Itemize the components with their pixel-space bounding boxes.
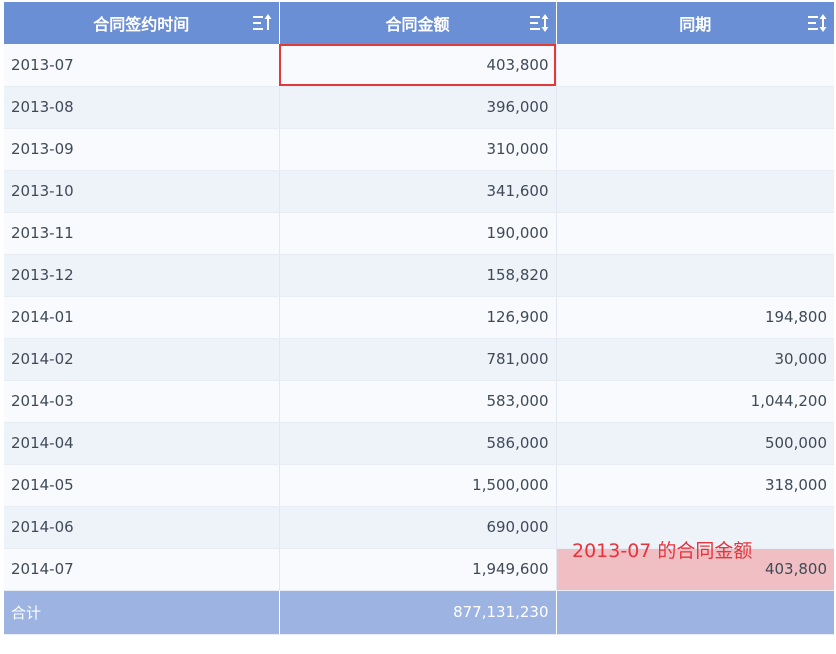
prior-cell[interactable]: 318,000 <box>556 464 834 507</box>
amount-cell[interactable]: 190,000 <box>279 212 557 255</box>
table-row: 2014-01 126,900 194,800 <box>4 296 834 339</box>
prior-cell[interactable] <box>556 128 834 171</box>
table-row: 2013-09 310,000 <box>4 128 834 171</box>
total-row: 合计 877,131,230 <box>4 590 834 635</box>
date-cell[interactable]: 2014-02 <box>4 338 280 381</box>
table-row: 2014-04 586,000 500,000 <box>4 422 834 465</box>
date-cell[interactable]: 2013-11 <box>4 212 280 255</box>
sort-asc-icon[interactable] <box>252 13 272 33</box>
sort-both-icon[interactable] <box>807 13 827 33</box>
amount-cell[interactable]: 396,000 <box>279 86 557 129</box>
total-label: 合计 <box>4 590 280 635</box>
amount-cell[interactable]: 690,000 <box>279 506 557 549</box>
column-header-label: 合同金额 <box>385 15 450 34</box>
table-row: 2013-07 403,800 <box>4 44 834 87</box>
amount-cell[interactable]: 781,000 <box>279 338 557 381</box>
prior-cell[interactable] <box>556 170 834 213</box>
prior-cell[interactable] <box>556 212 834 255</box>
amount-cell[interactable]: 1,500,000 <box>279 464 557 507</box>
table-row: 2013-11 190,000 <box>4 212 834 255</box>
amount-cell[interactable]: 158,820 <box>279 254 557 297</box>
amount-cell[interactable]: 310,000 <box>279 128 557 171</box>
date-cell[interactable]: 2014-07 <box>4 548 280 591</box>
table-row: 2013-12 158,820 <box>4 254 834 297</box>
column-header-signing-date[interactable]: 合同签约时间 <box>4 2 280 44</box>
date-cell[interactable]: 2013-12 <box>4 254 280 297</box>
date-cell[interactable]: 2014-05 <box>4 464 280 507</box>
date-cell[interactable]: 2013-10 <box>4 170 280 213</box>
prior-cell[interactable] <box>556 86 834 129</box>
table-row: 2014-05 1,500,000 318,000 <box>4 464 834 507</box>
date-cell[interactable]: 2014-06 <box>4 506 280 549</box>
amount-cell[interactable]: 341,600 <box>279 170 557 213</box>
prior-cell[interactable]: 194,800 <box>556 296 834 339</box>
total-amount: 877,131,230 <box>279 590 557 635</box>
table-row: 2013-10 341,600 <box>4 170 834 213</box>
date-cell[interactable]: 2014-04 <box>4 422 280 465</box>
sort-both-icon[interactable] <box>529 13 549 33</box>
annotation-label: 2013-07 的合同金额 <box>572 540 753 562</box>
table-row: 2014-02 781,000 30,000 <box>4 338 834 381</box>
prior-cell[interactable]: 30,000 <box>556 338 834 381</box>
column-header-label: 同期 <box>679 15 712 34</box>
date-cell[interactable]: 2014-01 <box>4 296 280 339</box>
date-cell[interactable]: 2013-07 <box>4 44 280 87</box>
prior-cell[interactable] <box>556 254 834 297</box>
amount-cell-selected[interactable]: 403,800 <box>279 44 557 87</box>
table-row: 2014-03 583,000 1,044,200 <box>4 380 834 423</box>
table-row: 2013-08 396,000 <box>4 86 834 129</box>
column-header-label: 合同签约时间 <box>93 15 190 34</box>
prior-cell[interactable]: 500,000 <box>556 422 834 465</box>
date-cell[interactable]: 2014-03 <box>4 380 280 423</box>
amount-cell[interactable]: 586,000 <box>279 422 557 465</box>
date-cell[interactable]: 2013-09 <box>4 128 280 171</box>
amount-cell[interactable]: 1,949,600 <box>279 548 557 591</box>
column-header-prior-period[interactable]: 同期 <box>556 2 834 44</box>
amount-cell[interactable]: 126,900 <box>279 296 557 339</box>
prior-cell[interactable]: 1,044,200 <box>556 380 834 423</box>
column-header-amount[interactable]: 合同金额 <box>279 2 557 44</box>
total-prior <box>556 590 834 635</box>
prior-cell[interactable] <box>556 44 834 87</box>
date-cell[interactable]: 2013-08 <box>4 86 280 129</box>
amount-cell[interactable]: 583,000 <box>279 380 557 423</box>
table-header-row: 合同签约时间 合同金额 同期 <box>4 2 834 44</box>
